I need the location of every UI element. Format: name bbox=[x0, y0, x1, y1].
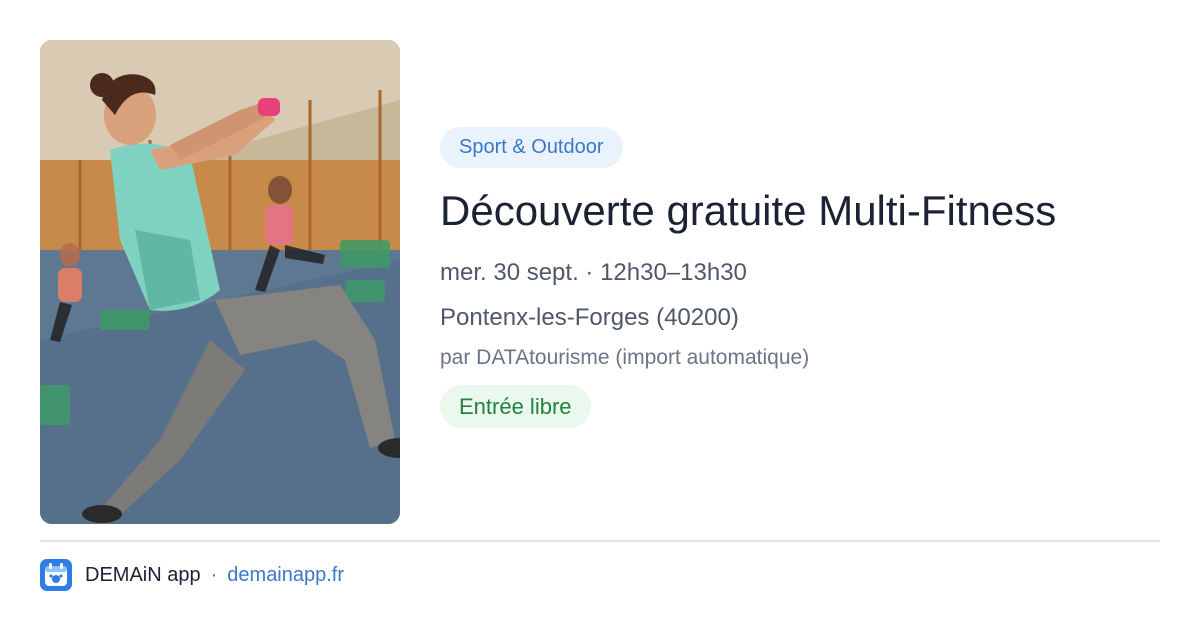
event-location: Pontenx-les-Forges (40200) bbox=[440, 304, 739, 331]
footer-separator: · bbox=[210, 563, 218, 586]
app-footer: DEMAiN app · demainapp.fr bbox=[40, 558, 344, 592]
demain-app-logo-icon bbox=[40, 559, 72, 591]
event-share-card: Sport & Outdoor Découverte gratuite Mult… bbox=[0, 0, 1200, 630]
event-title: Découverte gratuite Multi-Fitness bbox=[440, 187, 1057, 234]
category-badge[interactable]: Sport & Outdoor bbox=[440, 127, 623, 168]
event-photo bbox=[40, 40, 400, 524]
footer-divider bbox=[40, 540, 1160, 542]
fitness-class-photo bbox=[40, 40, 400, 524]
price-badge: Entrée libre bbox=[440, 385, 591, 428]
app-name: DEMAiN app bbox=[85, 563, 201, 586]
event-datetime: mer. 30 sept. · 12h30–13h30 bbox=[440, 259, 747, 286]
event-organizer: par DATAtourisme (import automatique) bbox=[440, 346, 810, 369]
event-info: Sport & Outdoor Découverte gratuite Mult… bbox=[440, 127, 1160, 428]
app-domain-link[interactable]: demainapp.fr bbox=[227, 564, 344, 587]
